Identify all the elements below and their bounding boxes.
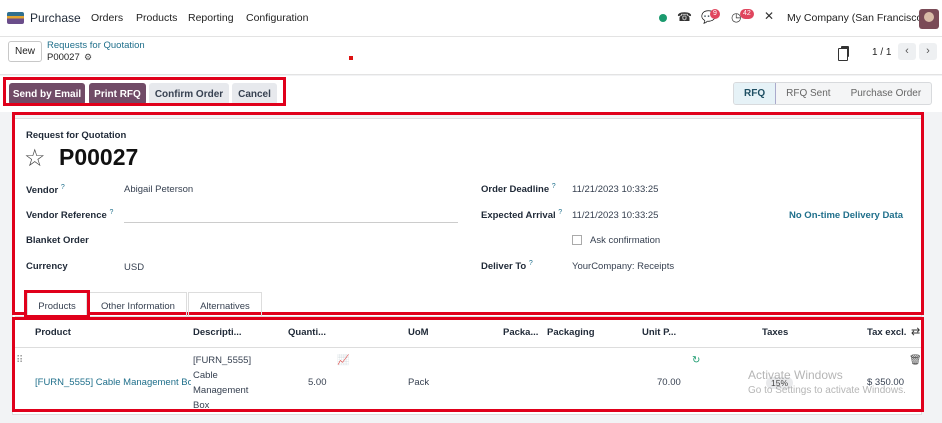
status-step-rfq[interactable]: RFQ bbox=[734, 83, 777, 104]
row-uom[interactable]: Pack bbox=[408, 377, 429, 388]
tab-other-information[interactable]: Other Information bbox=[89, 292, 187, 317]
blanket-order-label: Blanket Order bbox=[26, 235, 89, 246]
pager-value[interactable]: 1 / 1 bbox=[872, 47, 891, 58]
presence-status-icon bbox=[659, 14, 667, 22]
vendor-reference-label: Vendor Reference ? bbox=[26, 209, 114, 222]
menu-orders[interactable]: Orders bbox=[91, 12, 123, 24]
star-icon[interactable]: ☆ bbox=[24, 144, 46, 173]
pager-previous-button[interactable]: ‹ bbox=[898, 43, 916, 60]
row-unit-price[interactable]: 70.00 bbox=[657, 377, 681, 388]
column-quantity[interactable]: Quanti... bbox=[288, 327, 326, 338]
on-time-delivery-link[interactable]: No On-time Delivery Data bbox=[789, 210, 903, 221]
row-description-line: Management bbox=[193, 385, 249, 396]
windows-activation-title: Activate Windows bbox=[748, 368, 843, 382]
vendor-field[interactable]: Abigail Peterson bbox=[124, 184, 193, 195]
status-step-purchase-order[interactable]: Purchase Order bbox=[841, 83, 932, 104]
row-description-line: [FURN_5555] bbox=[193, 355, 252, 366]
row-quantity[interactable]: 5.00 bbox=[308, 377, 327, 388]
copy-icon[interactable] bbox=[838, 46, 849, 61]
forecast-chart-icon[interactable]: 📈 bbox=[337, 355, 349, 366]
column-product[interactable]: Product bbox=[35, 327, 71, 338]
gear-icon[interactable]: ⚙ bbox=[84, 52, 92, 63]
user-avatar[interactable] bbox=[919, 9, 939, 29]
menu-reporting[interactable]: Reporting bbox=[188, 12, 234, 24]
confirm-order-button[interactable]: Confirm Order bbox=[149, 83, 229, 105]
column-taxes[interactable]: Taxes bbox=[762, 327, 788, 338]
tab-alternatives[interactable]: Alternatives bbox=[188, 292, 262, 317]
expected-arrival-label: Expected Arrival ? bbox=[481, 209, 563, 222]
order-deadline-field[interactable]: 11/21/2023 10:33:25 bbox=[572, 184, 658, 195]
document-type-label: Request for Quotation bbox=[26, 130, 127, 141]
document-name: P00027 bbox=[59, 144, 139, 170]
windows-activation-subtitle: Go to Settings to activate Windows. bbox=[748, 385, 906, 396]
top-navbar: Purchase Orders Products Reporting Confi… bbox=[0, 0, 942, 37]
column-description[interactable]: Descripti... bbox=[193, 327, 242, 338]
drag-handle-icon[interactable]: ⠿ bbox=[16, 355, 23, 366]
menu-products[interactable]: Products bbox=[136, 12, 177, 24]
column-packaging-qty[interactable]: Packa... bbox=[503, 327, 538, 338]
ask-confirmation-label: Ask confirmation bbox=[590, 235, 661, 246]
deliver-to-field[interactable]: YourCompany: Receipts bbox=[572, 261, 674, 272]
table-header-divider bbox=[15, 347, 921, 348]
chat-badge: 9 bbox=[710, 9, 720, 19]
status-step-rfq-sent[interactable]: RFQ Sent bbox=[776, 83, 840, 104]
apps-menu-icon[interactable] bbox=[7, 12, 24, 24]
phone-icon[interactable]: ☎ bbox=[677, 10, 692, 24]
app-name[interactable]: Purchase bbox=[30, 11, 81, 25]
deliver-to-label: Deliver To ? bbox=[481, 260, 533, 273]
column-settings-icon[interactable]: ⇄ bbox=[911, 325, 920, 338]
trash-icon[interactable]: 🗑 bbox=[909, 355, 922, 366]
ask-confirmation-checkbox[interactable] bbox=[572, 235, 582, 245]
debug-tools-icon[interactable]: ✕ bbox=[764, 9, 774, 23]
pager-next-button[interactable]: › bbox=[919, 43, 937, 60]
control-panel: New Requests for Quotation P00027 ⚙ 1 / … bbox=[0, 37, 942, 75]
column-uom[interactable]: UoM bbox=[408, 327, 429, 338]
column-packaging[interactable]: Packaging bbox=[547, 327, 595, 338]
vendor-label: Vendor ? bbox=[26, 184, 65, 197]
expected-arrival-field[interactable]: 11/21/2023 10:33:25 bbox=[572, 210, 658, 221]
breadcrumb-parent[interactable]: Requests for Quotation bbox=[47, 40, 145, 51]
row-description-line: Cable bbox=[193, 370, 218, 381]
column-tax-excl[interactable]: Tax excl. bbox=[867, 327, 906, 338]
currency-field[interactable]: USD bbox=[124, 262, 144, 273]
row-description[interactable]: [FURN_5555] Cable Management Box bbox=[193, 353, 253, 413]
tab-products[interactable]: Products bbox=[27, 292, 87, 317]
print-rfq-button[interactable]: Print RFQ bbox=[89, 83, 146, 105]
row-description-line: Box bbox=[193, 400, 210, 411]
activity-badge: 42 bbox=[740, 9, 754, 19]
status-bar: RFQ RFQ Sent Purchase Order bbox=[733, 82, 933, 105]
cancel-button[interactable]: Cancel bbox=[232, 83, 277, 105]
send-by-email-button[interactable]: Send by Email bbox=[9, 83, 85, 105]
column-unit-price[interactable]: Unit P... bbox=[642, 327, 676, 338]
menu-configuration[interactable]: Configuration bbox=[246, 12, 308, 24]
row-product[interactable]: [FURN_5555] Cable Management Bo bbox=[35, 377, 191, 388]
new-button[interactable]: New bbox=[8, 41, 42, 62]
order-deadline-label: Order Deadline ? bbox=[481, 183, 556, 196]
currency-label: Currency bbox=[26, 261, 68, 272]
company-switcher[interactable]: My Company (San Francisco) bbox=[787, 12, 926, 24]
refresh-price-icon[interactable]: ↻ bbox=[692, 355, 700, 366]
breadcrumb-current: P00027 bbox=[47, 52, 80, 63]
annotation-dot bbox=[349, 56, 353, 60]
vendor-reference-field[interactable] bbox=[124, 222, 458, 223]
